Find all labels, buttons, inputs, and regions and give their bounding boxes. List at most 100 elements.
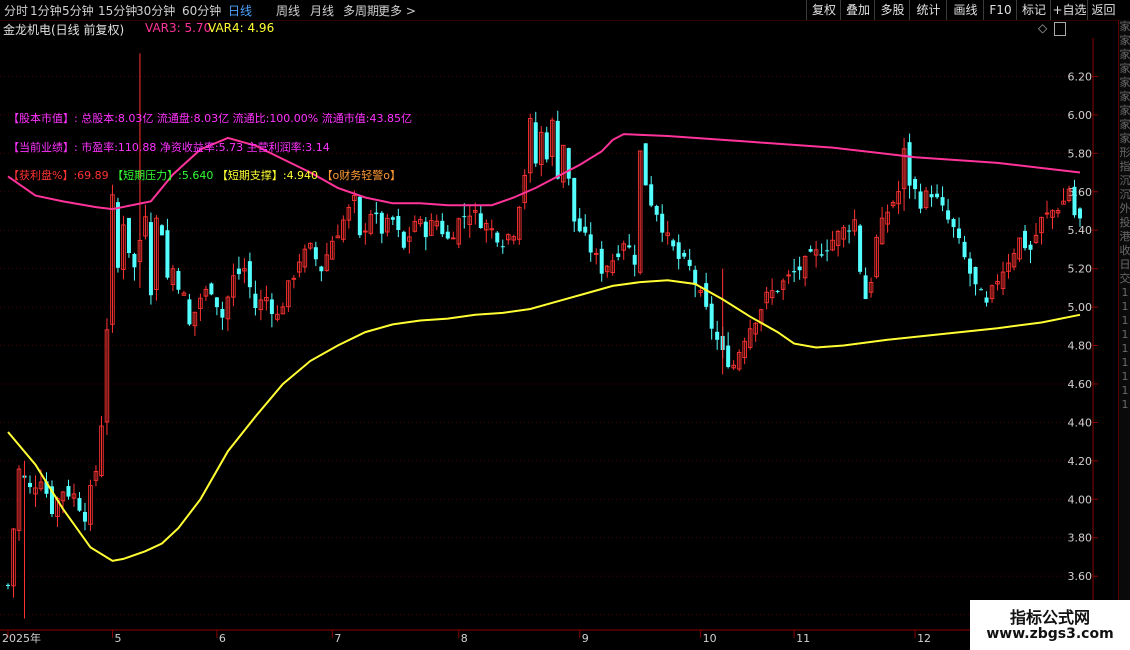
candle-body bbox=[715, 331, 720, 340]
logo-title: 指标公式网 bbox=[1009, 608, 1090, 627]
period-tab-7[interactable]: 周线 bbox=[276, 2, 300, 19]
candle-body bbox=[319, 266, 324, 272]
period-tab-2[interactable]: 5分钟 bbox=[62, 2, 94, 19]
side-strip-char: 家 bbox=[1119, 104, 1130, 117]
candle-body bbox=[676, 242, 681, 259]
side-panel-strip[interactable]: 家家家家家家家家家形指沉沉外投港收日交111111111 bbox=[1118, 20, 1130, 630]
candle-body bbox=[627, 245, 632, 248]
price-chart[interactable]: 6.206.005.805.605.405.205.004.804.604.40… bbox=[0, 38, 1118, 650]
candle-body bbox=[825, 250, 830, 252]
period-tab-0[interactable]: 分时 bbox=[4, 2, 28, 19]
candle-body bbox=[962, 241, 967, 258]
candle-body bbox=[726, 345, 731, 367]
candle-body bbox=[797, 266, 802, 271]
candle-body bbox=[819, 254, 824, 256]
side-strip-char: 1 bbox=[1121, 398, 1129, 411]
candle-body bbox=[27, 482, 32, 488]
candle-body bbox=[693, 269, 698, 285]
candle-body bbox=[599, 248, 604, 274]
stock-title[interactable]: 金龙机电(日线 前复权) bbox=[3, 21, 124, 38]
x-tick-label: 12 bbox=[917, 632, 931, 645]
panel-icon[interactable] bbox=[1054, 22, 1066, 36]
x-tick-label: 6 bbox=[219, 632, 226, 645]
candle-body bbox=[401, 231, 406, 248]
candle-body bbox=[577, 218, 582, 232]
candle-body bbox=[148, 222, 153, 296]
toolbar-action-1[interactable]: 叠加 bbox=[840, 0, 875, 20]
candle-body bbox=[687, 259, 692, 266]
var4-readout: VAR4: 4.96 bbox=[208, 21, 275, 35]
toolbar-action-3[interactable]: 统计 bbox=[909, 0, 947, 20]
side-strip-char: 1 bbox=[1121, 328, 1129, 341]
period-tab-5[interactable]: 60分钟 bbox=[182, 2, 221, 19]
side-strip-char: 1 bbox=[1121, 286, 1129, 299]
y-tick-label: 5.00 bbox=[1068, 301, 1093, 314]
candle-body bbox=[440, 220, 445, 235]
candle-body bbox=[132, 253, 137, 268]
candle-body bbox=[445, 231, 450, 239]
y-tick-label: 3.60 bbox=[1068, 570, 1093, 583]
side-strip-char: 家 bbox=[1119, 20, 1130, 33]
y-tick-label: 4.00 bbox=[1068, 493, 1093, 506]
short-pressure: 【短期压力】:5.640 bbox=[112, 169, 214, 182]
candle-body bbox=[957, 228, 962, 239]
candle-body bbox=[671, 240, 676, 247]
candle-body bbox=[935, 193, 940, 198]
toolbar-action-0[interactable]: 复权 bbox=[806, 0, 841, 20]
candle-body bbox=[390, 217, 395, 220]
y-tick-label: 6.00 bbox=[1068, 109, 1093, 122]
candle-body bbox=[682, 252, 687, 257]
var3-readout: VAR3: 5.70 bbox=[145, 21, 212, 35]
candle-body bbox=[176, 270, 181, 290]
side-strip-char: 沉 bbox=[1119, 188, 1130, 201]
side-strip-char: 日 bbox=[1119, 258, 1130, 271]
candle-body bbox=[1023, 230, 1028, 249]
side-strip-char: 1 bbox=[1121, 314, 1129, 327]
candle-body bbox=[379, 212, 384, 234]
watermark-logo: 指标公式网 www.zbgs3.com bbox=[970, 600, 1130, 650]
candle-body bbox=[1072, 186, 1077, 216]
candle-body bbox=[979, 289, 984, 291]
x-tick-label: 9 bbox=[582, 632, 589, 645]
chart-title-bar: 金龙机电(日线 前复权) VAR3: 5.70 VAR4: 4.96 ◇ bbox=[0, 21, 1100, 37]
period-tab-6[interactable]: 日线 bbox=[228, 2, 252, 19]
toolbar-action-6[interactable]: 标记 bbox=[1016, 0, 1051, 20]
period-tab-1[interactable]: 1分钟 bbox=[30, 2, 62, 19]
period-tab-8[interactable]: 月线 bbox=[310, 2, 334, 19]
candle-body bbox=[660, 213, 665, 233]
candle-body bbox=[649, 184, 654, 206]
candle-body bbox=[165, 230, 170, 278]
profit-ratio: 【获利盘%】:69.89 bbox=[8, 169, 109, 182]
period-tab-4[interactable]: 30分钟 bbox=[136, 2, 175, 19]
y-tick-label: 4.60 bbox=[1068, 378, 1093, 391]
candle-body bbox=[462, 216, 467, 218]
side-strip-char: 家 bbox=[1119, 118, 1130, 131]
candle-body bbox=[6, 584, 10, 586]
toolbar-action-4[interactable]: 画线 bbox=[946, 0, 984, 20]
x-tick-label: 7 bbox=[334, 632, 341, 645]
candle-body bbox=[1028, 244, 1033, 250]
period-tab-10[interactable]: 更多 > bbox=[378, 2, 416, 19]
x-tick-label: 2025年 bbox=[2, 631, 41, 645]
side-strip-char: 家 bbox=[1119, 62, 1130, 75]
performance-text: 市盈率:110.88 净资收益率:5.73 主营利润率:3.14 bbox=[81, 141, 330, 154]
side-strip-char: 1 bbox=[1121, 356, 1129, 369]
candle-body bbox=[1078, 208, 1082, 219]
candle-body bbox=[973, 266, 978, 285]
side-strip-char: 家 bbox=[1119, 90, 1130, 103]
candle-body bbox=[643, 143, 648, 186]
toolbar-action-8[interactable]: 返回 bbox=[1087, 0, 1119, 20]
toolbar-action-7[interactable]: +自选 bbox=[1050, 0, 1088, 20]
candle-body bbox=[126, 217, 131, 254]
diamond-icon[interactable]: ◇ bbox=[1038, 21, 1047, 35]
period-tab-3[interactable]: 15分钟 bbox=[98, 2, 137, 19]
toolbar-action-5[interactable]: F10 bbox=[983, 0, 1017, 20]
y-tick-label: 5.80 bbox=[1068, 147, 1093, 160]
candle-body bbox=[918, 191, 923, 209]
toolbar-action-2[interactable]: 多股 bbox=[874, 0, 910, 20]
y-tick-label: 3.80 bbox=[1068, 532, 1093, 545]
candle-body bbox=[269, 299, 274, 314]
x-tick-label: 10 bbox=[703, 632, 717, 645]
period-tab-9[interactable]: 多周期 bbox=[343, 2, 379, 19]
candle-body bbox=[357, 196, 362, 236]
